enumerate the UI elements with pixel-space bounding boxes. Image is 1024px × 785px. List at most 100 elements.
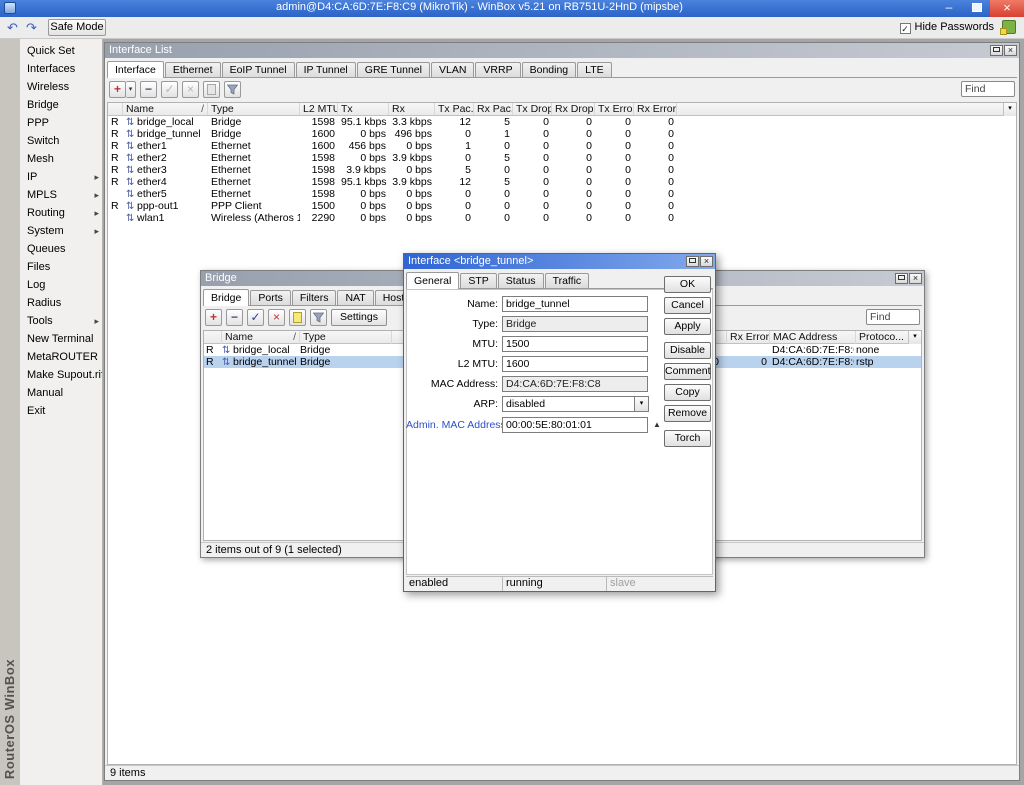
sidebar-item-mesh[interactable]: Mesh	[20, 150, 102, 168]
l2mtu-column-header[interactable]: L2 MTU	[300, 103, 338, 115]
close-icon[interactable]: ×	[700, 256, 713, 267]
column-select-button[interactable]: ▾	[1003, 103, 1016, 116]
tx-packet-column-header[interactable]: Tx Pac...	[435, 103, 474, 115]
tab-ports[interactable]: Ports	[250, 290, 291, 305]
sidebar-item-wireless[interactable]: Wireless	[20, 78, 102, 96]
rx-errors-column-header[interactable]: Rx Errors	[634, 103, 677, 115]
add-button[interactable]: +	[109, 81, 126, 98]
settings-button[interactable]: Settings	[331, 309, 387, 326]
apply-button[interactable]: Apply	[664, 318, 711, 335]
table-row[interactable]: R⇅bridge_tunnelBridge16000 bps496 bps010…	[108, 128, 1016, 140]
table-row[interactable]: R⇅ether4Ethernet159895.1 kbps3.9 kbps125…	[108, 176, 1016, 188]
maximize-button[interactable]	[964, 0, 990, 17]
tab-status[interactable]: Status	[498, 273, 544, 288]
tab-nat[interactable]: NAT	[337, 290, 373, 305]
minimize-button[interactable]: –	[936, 0, 962, 17]
table-row[interactable]: R⇅ppp-out1PPP Client15000 bps0 bps000000	[108, 200, 1016, 212]
sidebar-item-routing[interactable]: Routing▸	[20, 204, 102, 222]
comment-button[interactable]: Comment	[664, 363, 711, 380]
tab-filters[interactable]: Filters	[292, 290, 337, 305]
find-input[interactable]	[866, 309, 920, 325]
close-button[interactable]: ×	[990, 0, 1024, 17]
tab-traffic[interactable]: Traffic	[545, 273, 590, 288]
disable-button[interactable]: Disable	[664, 342, 711, 359]
rx-errors-column-header[interactable]: Rx Errors	[726, 331, 770, 344]
sidebar-item-exit[interactable]: Exit	[20, 402, 102, 420]
flag-column-header[interactable]	[204, 331, 222, 344]
safe-mode-button[interactable]: Safe Mode	[48, 19, 106, 36]
l2mtu-field[interactable]	[502, 356, 648, 372]
maximize-icon[interactable]	[686, 256, 699, 267]
tab-vlan[interactable]: VLAN	[431, 62, 474, 77]
remove-button[interactable]: Remove	[664, 405, 711, 422]
table-row[interactable]: R⇅bridge_localBridge159895.1 kbps3.3 kbp…	[108, 116, 1016, 128]
tx-drops-column-header[interactable]: Tx Drops	[513, 103, 552, 115]
redo-button[interactable]: ↷	[23, 19, 40, 36]
mac-address-field[interactable]	[502, 376, 648, 392]
disable-button[interactable]: ×	[268, 309, 285, 326]
cancel-button[interactable]: Cancel	[664, 297, 711, 314]
add-dropdown-icon[interactable]: ▾	[126, 81, 136, 98]
enable-button[interactable]: ✓	[161, 81, 178, 98]
hide-passwords-toggle[interactable]: ✓Hide Passwords	[900, 21, 994, 34]
sidebar-item-log[interactable]: Log	[20, 276, 102, 294]
rx-column-header[interactable]: Rx	[389, 103, 435, 115]
sidebar-item-ip[interactable]: IP▸	[20, 168, 102, 186]
sidebar-item-queues[interactable]: Queues	[20, 240, 102, 258]
name-column-header[interactable]: Name/	[222, 331, 300, 344]
collapse-field-icon[interactable]: ▲	[653, 417, 661, 433]
rx-drops-column-header[interactable]: Rx Drops	[552, 103, 595, 115]
table-row[interactable]: ⇅wlan1Wireless (Atheros 11N)22900 bps0 b…	[108, 212, 1016, 224]
admin-mac-field[interactable]	[502, 417, 648, 433]
maximize-icon[interactable]	[990, 45, 1003, 56]
tx-errors-column-header[interactable]: Tx Errors	[595, 103, 634, 115]
column-select-button[interactable]: ▾	[908, 331, 921, 344]
ok-button[interactable]: OK	[664, 276, 711, 293]
name-field[interactable]	[502, 296, 648, 312]
arp-dropdown-button[interactable]: ▾	[635, 396, 649, 412]
close-icon[interactable]: ×	[1004, 45, 1017, 56]
tab-lte[interactable]: LTE	[577, 62, 611, 77]
interface-list-titlebar[interactable]: Interface List ×	[105, 43, 1019, 58]
filter-button[interactable]	[310, 309, 327, 326]
tab-interface[interactable]: Interface	[107, 61, 164, 78]
sidebar-item-metarouter[interactable]: MetaROUTER	[20, 348, 102, 366]
sidebar-item-new-terminal[interactable]: New Terminal	[20, 330, 102, 348]
filter-button[interactable]	[224, 81, 241, 98]
tab-eoip-tunnel[interactable]: EoIP Tunnel	[222, 62, 295, 77]
tab-bridge[interactable]: Bridge	[203, 289, 249, 306]
sidebar-item-mpls[interactable]: MPLS▸	[20, 186, 102, 204]
sidebar-item-files[interactable]: Files	[20, 258, 102, 276]
type-column-header[interactable]: Type	[208, 103, 300, 115]
add-button[interactable]: +	[205, 309, 222, 326]
find-input[interactable]	[961, 81, 1015, 97]
sidebar-item-tools[interactable]: Tools▸	[20, 312, 102, 330]
table-row[interactable]: R⇅ether2Ethernet15980 bps3.9 kbps050000	[108, 152, 1016, 164]
sidebar-item-interfaces[interactable]: Interfaces	[20, 60, 102, 78]
mtu-field[interactable]	[502, 336, 648, 352]
sidebar-item-bridge[interactable]: Bridge	[20, 96, 102, 114]
table-row[interactable]: R⇅ether1Ethernet1600456 bps0 bps100000	[108, 140, 1016, 152]
undo-button[interactable]: ↶	[4, 19, 21, 36]
app-titlebar[interactable]: admin@D4:CA:6D:7E:F8:C9 (MikroTik) - Win…	[0, 0, 1024, 17]
sidebar-item-system[interactable]: System▸	[20, 222, 102, 240]
tab-bonding[interactable]: Bonding	[522, 62, 577, 77]
maximize-icon[interactable]	[895, 273, 908, 284]
tab-ethernet[interactable]: Ethernet	[165, 62, 221, 77]
checkbox-checked-icon[interactable]: ✓	[900, 23, 911, 34]
sidebar-item-radius[interactable]: Radius	[20, 294, 102, 312]
comment-button[interactable]	[289, 309, 306, 326]
rx-packet-column-header[interactable]: Rx Pac...	[474, 103, 513, 115]
remove-button[interactable]: −	[226, 309, 243, 326]
sidebar-item-manual[interactable]: Manual	[20, 384, 102, 402]
tab-general[interactable]: General	[406, 272, 459, 289]
dialog-titlebar[interactable]: Interface <bridge_tunnel> ×	[404, 254, 715, 269]
sidebar-item-ppp[interactable]: PPP	[20, 114, 102, 132]
tx-column-header[interactable]: Tx	[338, 103, 389, 115]
sidebar-item-switch[interactable]: Switch	[20, 132, 102, 150]
sidebar-item-make-supout[interactable]: Make Supout.rif	[20, 366, 102, 384]
disable-button[interactable]: ×	[182, 81, 199, 98]
tab-vrrp[interactable]: VRRP	[475, 62, 520, 77]
comment-button[interactable]	[203, 81, 220, 98]
close-icon[interactable]: ×	[909, 273, 922, 284]
